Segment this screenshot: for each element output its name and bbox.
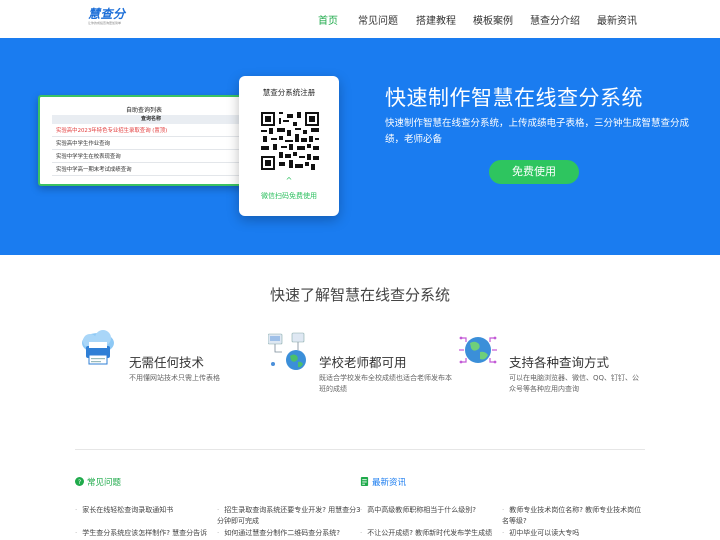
news-item-text: 高中高级教师职称相当于什么级别? <box>367 506 476 514</box>
nav-news[interactable]: 最新资讯 <box>597 12 637 27</box>
qr-card-title: 慧查分系统注册 <box>262 88 316 97</box>
qr-scan-hint: 微信扫码免费使用 <box>261 192 317 200</box>
news-item[interactable]: · 初中毕业可以读大专吗 <box>502 528 647 539</box>
faq-item-text: 招生录取查询系统还要专业开发? 用慧查分3分钟即可完成 <box>217 506 361 525</box>
news-item-text: 教师专业技术岗位名称? 教师专业技术岗位名等级? <box>502 506 642 525</box>
faq-item[interactable]: · 如何通过慧查分制作二维码查分系统? <box>217 528 362 539</box>
query-list-header: 查询名称 <box>52 115 250 124</box>
cloud-printer-icon <box>82 330 114 365</box>
section-divider <box>75 449 645 450</box>
intro-title: 快速了解智慧在线查分系统 <box>269 286 450 304</box>
feature-desc: 既适合学校发布全校成绩也适合老师发布本班的成绩 <box>319 374 452 393</box>
nav-tutorial[interactable]: 搭建教程 <box>416 12 456 27</box>
news-item[interactable]: · 教师专业技术岗位名称? 教师专业技术岗位名等级? <box>502 505 647 527</box>
feature-title: 无需任何技术 <box>129 355 205 370</box>
main-nav: 首页 常见问题 搭建教程 模板案例 慧查分介绍 最新资讯 <box>300 0 660 38</box>
faq-heading[interactable]: ? 常见问题 <box>75 476 121 488</box>
faq-item-text: 学生查分系统应该怎样制作? 慧查分告诉 <box>82 529 208 537</box>
feature-desc: 不用懂网站技术只需上传表格 <box>129 374 220 382</box>
nav-home[interactable]: 首页 <box>318 12 338 27</box>
feature-title: 支持各种查询方式 <box>509 355 610 370</box>
query-list-row[interactable]: 实验高中学生作业查询 操 <box>52 138 250 150</box>
page: 慧查分 让你的成绩查询更加简单 首页 常见问题 搭建教程 模板案例 慧查分介绍 … <box>0 0 720 540</box>
faq-item-text: 家长在线轻松查询录取通知书 <box>82 506 174 514</box>
query-name: 实验中学高一期末考试成绩查询 <box>56 167 132 173</box>
faq-item[interactable]: · 学生查分系统应该怎样制作? 慧查分告诉 <box>75 528 213 539</box>
chevron-up-icon: ^ <box>285 176 293 185</box>
nav-templates[interactable]: 模板案例 <box>473 12 513 27</box>
faq-heading-text: 常见问题 <box>87 478 122 488</box>
hero-banner: 自助查询列表 查询名称 实验高中2023年特色专业招生录取查询 (置顶) 操 实… <box>0 38 720 255</box>
query-name: 实验高中学生作业查询 <box>56 141 110 147</box>
question-icon: ? <box>75 477 84 486</box>
query-list-title: 自助查询列表 <box>125 107 162 114</box>
globe-network-icon <box>268 332 306 370</box>
query-list-row[interactable]: 实验中学学生在校表现查询 操 <box>52 151 250 163</box>
query-list-card: 自助查询列表 查询名称 实验高中2023年特色专业招生录取查询 (置顶) 操 实… <box>38 95 250 186</box>
qr-code-icon[interactable] <box>261 112 319 170</box>
query-list-row[interactable]: 实验中学高一期末考试成绩查询 操 <box>52 164 250 176</box>
hero-title: 快速制作智慧在线查分系统 <box>385 86 643 110</box>
faq-item[interactable]: · 招生录取查询系统还要专业开发? 用慧查分3分钟即可完成 <box>217 505 362 527</box>
query-list-row[interactable]: 实验高中2023年特色专业招生录取查询 (置顶) 操 <box>52 125 250 137</box>
query-name: 实验高中2023年特色专业招生录取查询 (置顶) <box>56 128 168 134</box>
nav-faq[interactable]: 常见问题 <box>358 12 398 27</box>
site-header: 慧查分 让你的成绩查询更加简单 首页 常见问题 搭建教程 模板案例 慧查分介绍 … <box>0 0 720 38</box>
site-logo[interactable]: 慧查分 让你的成绩查询更加简单 <box>88 7 134 33</box>
nav-about[interactable]: 慧查分介绍 <box>530 12 580 27</box>
faq-item[interactable]: · 家长在线轻松查询录取通知书 <box>75 505 220 516</box>
news-heading[interactable]: 最新资讯 <box>360 476 406 488</box>
globe-circuit-icon <box>459 336 497 364</box>
news-item-text: 不让公开成绩? 教师新时代发布学生成绩 <box>367 529 493 537</box>
hero-description: 快速制作智慧在线查分系统，上传成绩电子表格，三分钟生成智慧查分成绩，老师必备 <box>385 118 690 145</box>
news-item[interactable]: · 不让公开成绩? 教师新时代发布学生成绩 <box>360 528 505 539</box>
feature-desc: 可以在电脑浏览器、微信、QQ、钉钉、公众号等各种应用内查询 <box>509 374 640 393</box>
query-name: 实验中学学生在校表现查询 <box>56 154 121 160</box>
news-item-text: 初中毕业可以读大专吗 <box>509 529 580 537</box>
news-heading-text: 最新资讯 <box>372 478 407 488</box>
svg-text:?: ? <box>78 479 81 486</box>
document-icon <box>360 477 369 486</box>
faq-item-text: 如何通过慧查分制作二维码查分系统? <box>224 529 340 537</box>
news-item[interactable]: · 高中高级教师职称相当于什么级别? <box>360 505 505 516</box>
feature-title: 学校老师都可用 <box>319 355 407 370</box>
logo-text: 慧查分 <box>88 7 126 21</box>
free-use-button[interactable]: 免费使用 <box>489 160 579 184</box>
qr-register-card: 慧查分系统注册 ^ 微信扫码免费使用 <box>239 76 339 216</box>
logo-subtitle: 让你的成绩查询更加简单 <box>88 21 122 25</box>
